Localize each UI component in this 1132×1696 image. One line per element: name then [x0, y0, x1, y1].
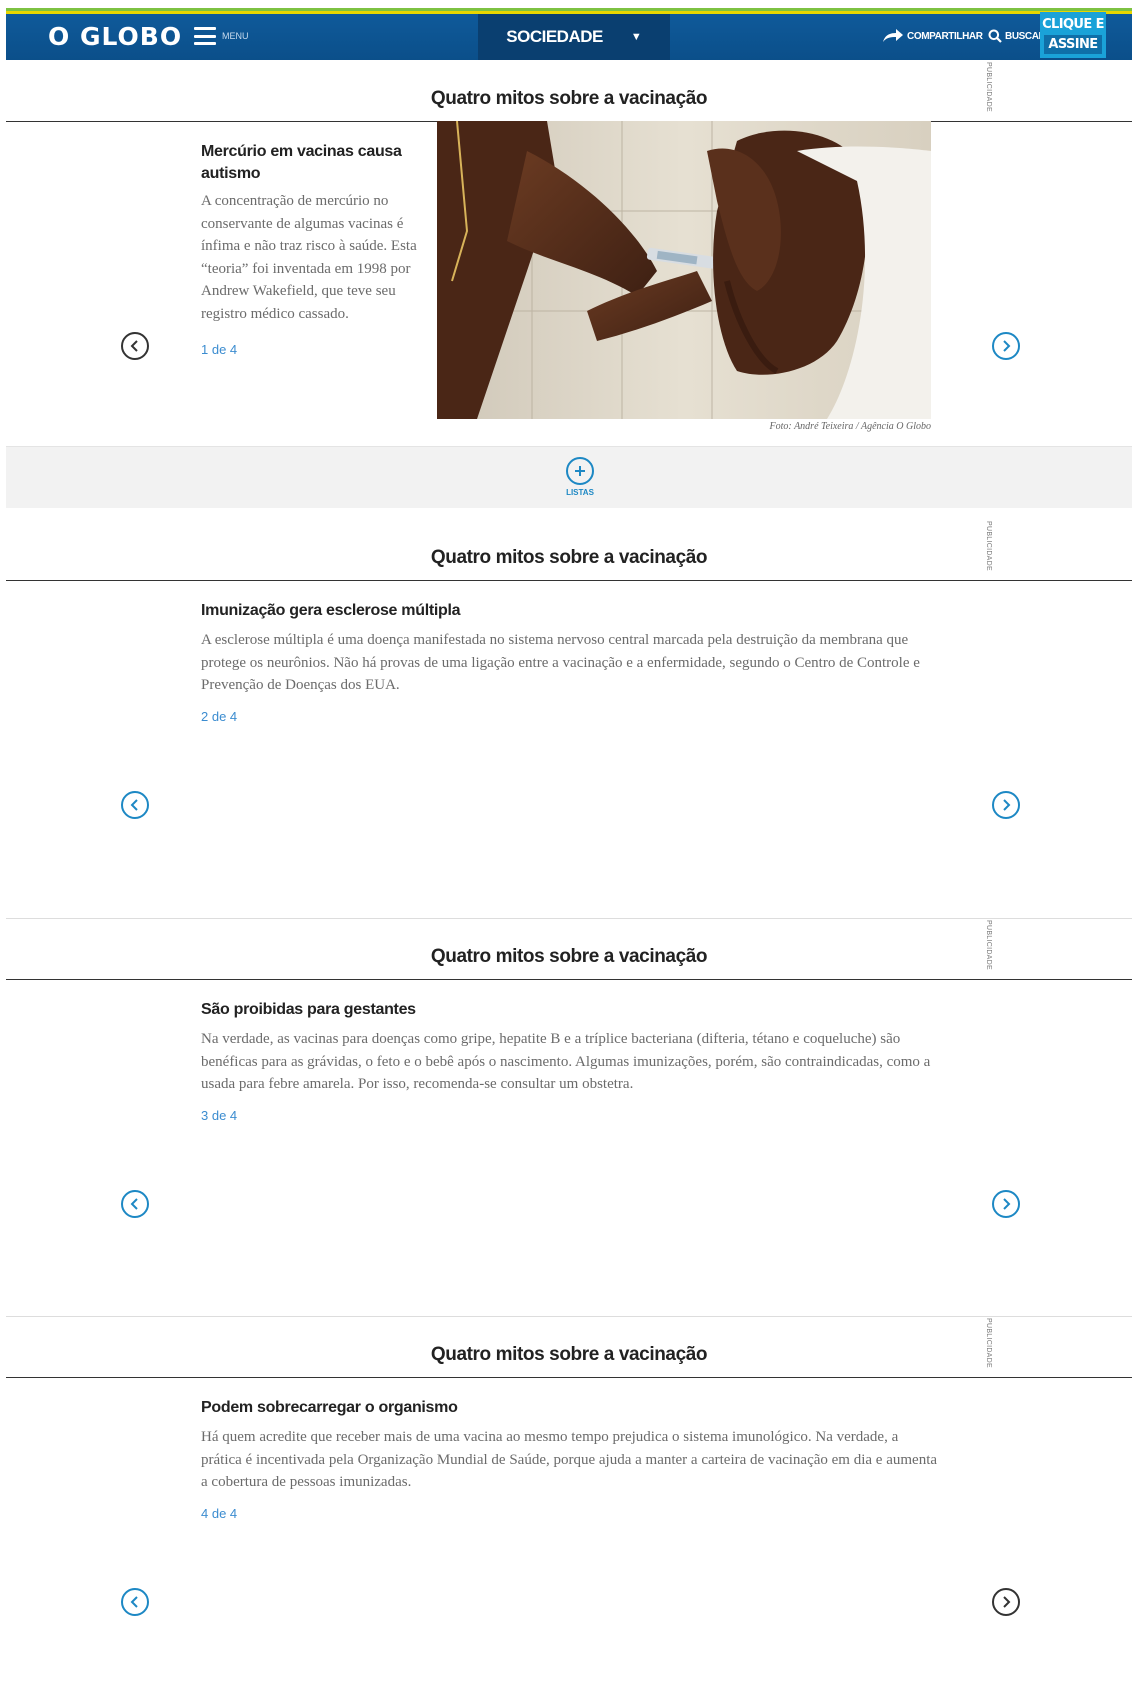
title-divider: [6, 580, 1132, 581]
slide-title: Quatro mitos sobre a vacinação: [430, 946, 708, 967]
section-dropdown[interactable]: SOCIEDADE ▼: [478, 14, 670, 60]
hamburger-icon: [194, 27, 216, 45]
lists-bar: LISTAS: [6, 446, 1132, 508]
slide-counter: 2 de 4: [201, 709, 238, 724]
title-divider: [6, 1377, 1132, 1378]
subscribe-button[interactable]: CLIQUE E ASSINE: [1040, 12, 1106, 58]
vaccination-photo: [437, 121, 931, 419]
slide-counter: 1 de 4: [201, 342, 238, 357]
photo-credit: Foto: André Teixeira / Agência O Globo: [769, 421, 931, 432]
chevron-left-icon: [130, 799, 138, 811]
item-heading: Mercúrio em vacinas causa autismo: [201, 143, 402, 182]
chevron-right-icon: [1003, 1596, 1011, 1608]
slide-title: Quatro mitos sobre a vacinação: [430, 1344, 708, 1365]
slide-title: Quatro mitos sobre a vacinação: [430, 547, 708, 568]
vaccination-photo-illustration: [437, 121, 931, 419]
slide-separator: [6, 1316, 1132, 1317]
prev-slide-button[interactable]: [121, 1588, 149, 1616]
item-body: A concentração de mercúrio no conservant…: [201, 193, 417, 322]
next-slide-button[interactable]: [992, 332, 1020, 360]
lists-label: LISTAS: [566, 488, 594, 497]
prev-slide-button[interactable]: [121, 332, 149, 360]
site-logo[interactable]: O GLOBO: [48, 22, 182, 51]
item-heading: Imunização gera esclerose múltipla: [201, 602, 461, 619]
chevron-left-icon: [130, 1198, 138, 1210]
prev-slide-button[interactable]: [121, 1190, 149, 1218]
search-button[interactable]: BUSCAR: [988, 29, 1046, 43]
prev-slide-button[interactable]: [121, 791, 149, 819]
slide-separator: [6, 918, 1132, 919]
section-label: SOCIEDADE: [506, 27, 603, 46]
share-button[interactable]: COMPARTILHAR: [882, 29, 983, 43]
item-body: Na verdade, as vacinas para doenças como…: [201, 1031, 931, 1092]
share-label: COMPARTILHAR: [907, 30, 983, 42]
item-body: A esclerose múltipla é uma doença manife…: [201, 632, 920, 693]
item-body: Há quem acredite que receber mais de uma…: [201, 1429, 938, 1490]
chevron-left-icon: [130, 340, 138, 352]
chevron-left-icon: [130, 1596, 138, 1608]
chevron-right-icon: [1003, 799, 1011, 811]
chevron-right-icon: [1003, 340, 1011, 352]
item-heading: São proibidas para gestantes: [201, 1001, 416, 1018]
gallery-slide-4: PUBLICIDADE Quatro mitos sobre a vacinaç…: [6, 1316, 1132, 1696]
chevron-right-icon: [1003, 1198, 1011, 1210]
gallery-slide-2: PUBLICIDADE Quatro mitos sobre a vacinaç…: [6, 519, 1132, 925]
next-slide-button[interactable]: [992, 1190, 1020, 1218]
menu-label: MENU: [222, 31, 249, 41]
caret-down-icon: ▼: [630, 31, 642, 43]
item-heading: Podem sobrecarregar o organismo: [201, 1399, 458, 1416]
slide-counter: 3 de 4: [201, 1108, 238, 1123]
site-header: O GLOBO MENU SOCIEDADE ▼ COMPARTILHAR BU…: [6, 8, 1132, 60]
gallery-slide-3: PUBLICIDADE Quatro mitos sobre a vacinaç…: [6, 918, 1132, 1318]
next-slide-button[interactable]: [992, 791, 1020, 819]
title-divider: [6, 979, 1132, 980]
subscribe-line-1: CLIQUE E: [1042, 17, 1104, 32]
lists-button[interactable]: LISTAS: [558, 457, 602, 497]
slide-title: Quatro mitos sobre a vacinação: [430, 88, 708, 109]
plus-icon: [566, 457, 594, 485]
menu-button[interactable]: MENU: [194, 27, 249, 45]
subscribe-line-2: ASSINE: [1044, 35, 1102, 54]
search-icon: [988, 29, 1002, 43]
slide-counter: 4 de 4: [201, 1506, 238, 1521]
share-arrow-icon: [883, 29, 903, 42]
next-slide-button[interactable]: [992, 1588, 1020, 1616]
